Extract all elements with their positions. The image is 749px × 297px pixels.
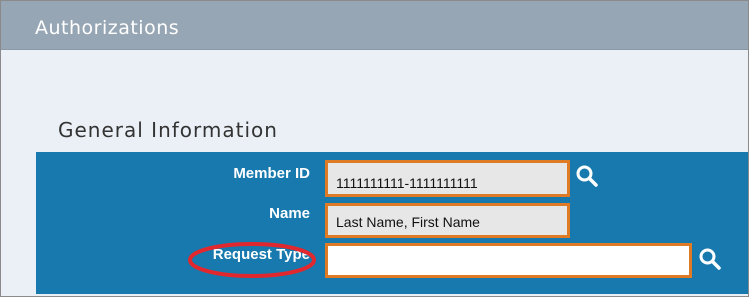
general-information-form: Member ID 1111111111-1111111111 Name Las… bbox=[36, 152, 748, 294]
search-icon bbox=[576, 165, 598, 187]
request-type-label: Request Type bbox=[212, 246, 310, 263]
member-id-field[interactable]: 1111111111-1111111111 bbox=[325, 160, 570, 197]
name-field[interactable]: Last Name, First Name bbox=[325, 203, 570, 238]
header-bar: Authorizations bbox=[1, 1, 748, 50]
page-title: Authorizations bbox=[35, 17, 180, 39]
request-type-field[interactable] bbox=[325, 243, 692, 278]
section-title: General Information bbox=[58, 118, 278, 142]
member-id-label: Member ID bbox=[233, 165, 310, 182]
member-search-button[interactable] bbox=[575, 164, 599, 188]
name-label: Name bbox=[269, 205, 310, 222]
authorizations-window: Authorizations General Information Membe… bbox=[0, 0, 749, 297]
request-type-search-button[interactable] bbox=[698, 247, 722, 271]
search-icon bbox=[699, 248, 721, 270]
